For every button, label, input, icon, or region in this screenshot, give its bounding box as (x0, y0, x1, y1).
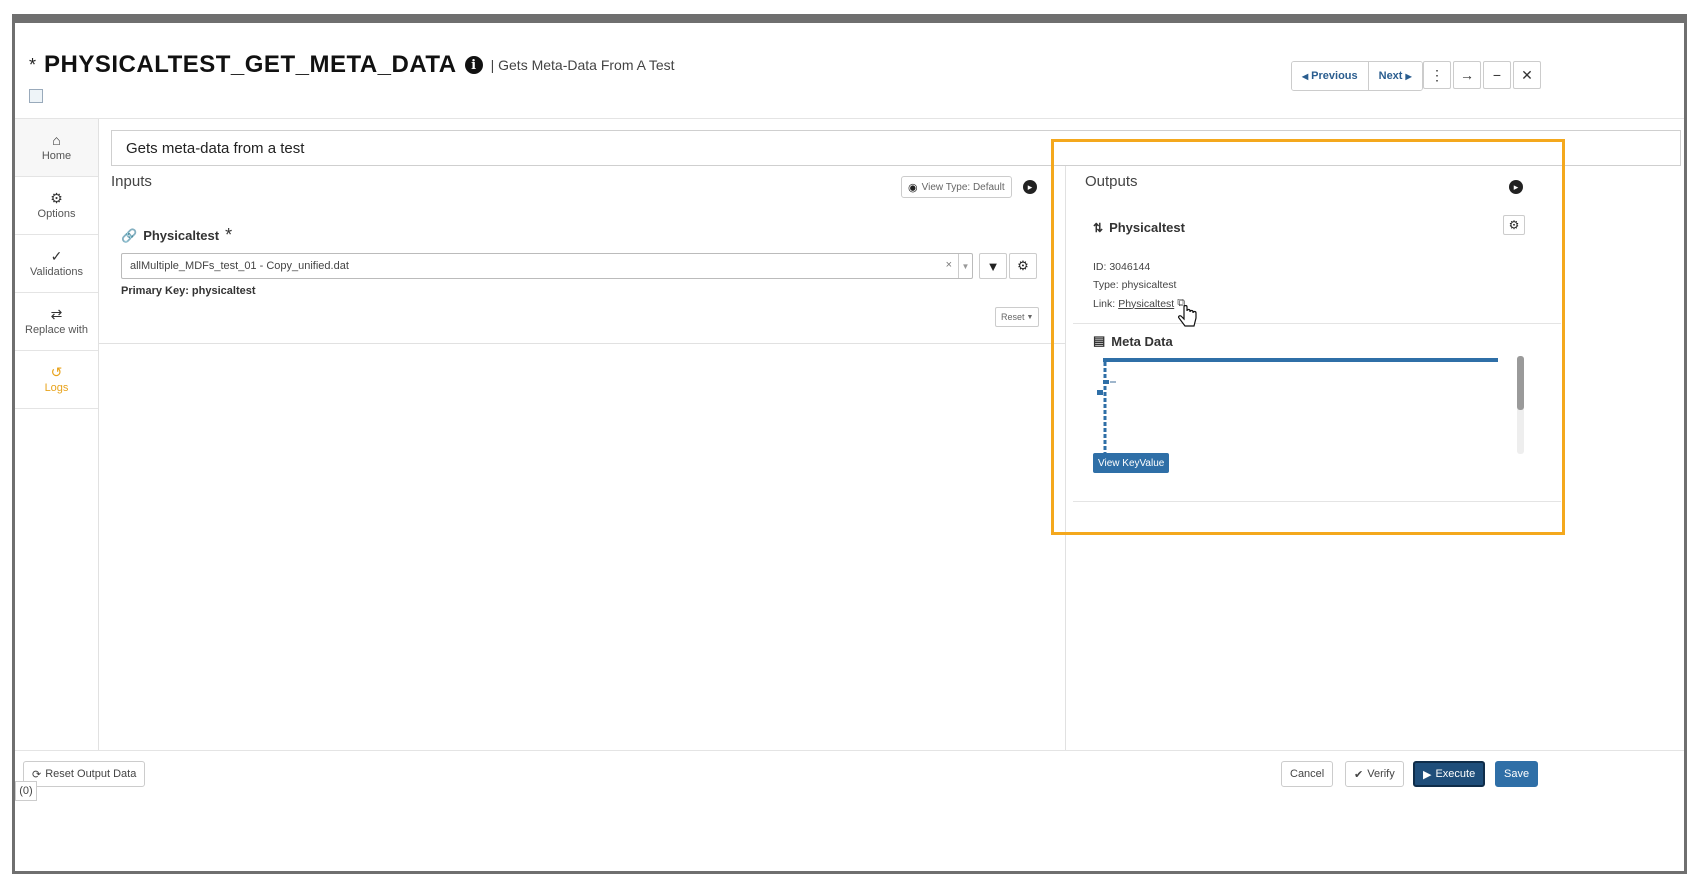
pager: ◀ Previous Next ▶ (1291, 61, 1423, 91)
service-name: PHYSICALTEST_GET_META_DATA (44, 51, 457, 78)
sidebar-item-home[interactable]: ⌂ Home (15, 119, 98, 177)
filter-icon[interactable]: ▼ (979, 253, 1007, 279)
panel-divider (1065, 166, 1066, 766)
output-divider (1073, 501, 1561, 502)
sidebar: ⌂ Home ⚙ Options ✓ Validations ⇄ Replace… (15, 119, 99, 779)
save-button[interactable]: Save (1495, 761, 1539, 787)
clear-icon[interactable]: × (946, 259, 952, 271)
meta-data-scrollbar[interactable] (1517, 356, 1524, 454)
output-type: Type: physicaltest (1093, 279, 1177, 291)
broken-image-icon (29, 89, 43, 103)
output-name: ⇅ Physicaltest (1093, 220, 1185, 235)
output-gear-icon[interactable]: ⚙ (1503, 215, 1525, 235)
physicaltest-link[interactable]: Physicaltest (1118, 298, 1174, 310)
info-icon[interactable]: i (464, 56, 483, 74)
history-icon: ↺ (50, 364, 63, 380)
input-field-label: 🔗 Physicaltest * (121, 225, 233, 245)
caret-left-icon: ◀ (1302, 71, 1309, 81)
link-icon: 🔗 (121, 227, 138, 243)
service-subtitle: | Gets Meta-Data From A Test (490, 57, 675, 73)
eye-icon: ◉ (908, 181, 918, 194)
sidebar-item-logs[interactable]: ↺ Logs (15, 351, 98, 409)
window-controls: ⋮ → − ✕ (1423, 61, 1541, 89)
output-id: ID: 3046144 (1093, 261, 1151, 273)
reset-output-data-button[interactable]: ⟳ Reset Output Data (23, 761, 146, 787)
arrow-right-icon[interactable]: → (1453, 61, 1481, 89)
refresh-icon: ⟳ (32, 768, 42, 781)
verify-button[interactable]: ✔ Verify (1345, 761, 1404, 787)
description-field[interactable]: Gets meta-data from a test (111, 130, 1681, 166)
next-button[interactable]: Next ▶ (1368, 62, 1422, 90)
play-circle-icon[interactable]: ▸ (1509, 180, 1523, 194)
close-icon[interactable]: ✕ (1513, 61, 1541, 89)
reset-dropdown[interactable]: Reset ▼ (995, 307, 1040, 327)
required-marker: * (225, 225, 233, 245)
more-menu-icon[interactable]: ⋮ (1423, 61, 1451, 89)
sidebar-item-replace-with[interactable]: ⇄ Replace with (15, 293, 98, 351)
table-icon: ▤ (1093, 333, 1106, 348)
view-type-button[interactable]: ◉ View Type: Default (901, 176, 1012, 198)
view-keyvalue-button[interactable]: View KeyValue (1093, 453, 1170, 473)
outputs-title: Outputs (1085, 173, 1138, 190)
play-circle-icon: ▶ (1423, 768, 1432, 781)
outputs-panel: Outputs ▸ ⇅ Physicaltest ⚙ ID: 3046144 T… (1073, 173, 1675, 502)
tree-node-label (1110, 381, 1116, 383)
tree-header-bar (1103, 358, 1498, 362)
previous-button[interactable]: ◀ Previous (1292, 62, 1369, 90)
caret-down-icon: ▼ (1026, 313, 1034, 321)
tree-node (1103, 380, 1109, 384)
meta-data-tree (1097, 358, 1498, 454)
chevron-down-icon[interactable]: ▼ (958, 254, 972, 278)
primary-key-label: Primary Key: physicaltest (121, 285, 256, 297)
sidebar-item-options[interactable]: ⚙ Options (15, 177, 98, 235)
gear-icon[interactable]: ⚙ (1009, 253, 1037, 279)
footer-bar: ⟳ Reset Output Data Cancel ✔ Verify ▶ Ex… (15, 750, 1684, 802)
output-divider (1073, 323, 1561, 324)
home-icon: ⌂ (52, 132, 61, 148)
check-circle-icon: ✔ (1354, 768, 1364, 781)
modified-marker: * (29, 54, 37, 75)
inputs-divider (99, 343, 1065, 344)
notification-counter[interactable]: (0) (15, 781, 37, 801)
execute-button[interactable]: ▶ Execute (1413, 761, 1486, 787)
swap-icon: ⇄ (50, 306, 63, 322)
play-circle-icon[interactable]: ▸ (1023, 180, 1037, 194)
title-bar: * PHYSICALTEST_GET_META_DATA i | Gets Me… (15, 23, 1684, 119)
scrollbar-thumb[interactable] (1517, 356, 1524, 410)
dialog-window: * PHYSICALTEST_GET_META_DATA i | Gets Me… (12, 14, 1687, 874)
meta-data-title: ▤ Meta Data (1093, 333, 1173, 349)
cancel-button[interactable]: Cancel (1281, 761, 1334, 787)
sidebar-item-validations[interactable]: ✓ Validations (15, 235, 98, 293)
sort-arrows-icon: ⇅ (1093, 220, 1104, 235)
output-link-row: Link: Physicaltest ⧉ (1093, 297, 1186, 310)
physicaltest-select[interactable]: allMultiple_MDFs_test_01 - Copy_unified.… (121, 253, 973, 279)
inputs-panel: Inputs ◉ View Type: Default ▸ 🔗 Physical… (111, 173, 1071, 327)
page-title: * PHYSICALTEST_GET_META_DATA i | Gets Me… (29, 51, 675, 79)
gear-icon: ⚙ (50, 190, 63, 206)
check-icon: ✓ (50, 248, 63, 264)
tree-node (1097, 390, 1103, 395)
caret-right-icon: ▶ (1405, 71, 1412, 81)
hand-cursor-icon (1178, 305, 1197, 327)
minimize-icon[interactable]: − (1483, 61, 1511, 89)
